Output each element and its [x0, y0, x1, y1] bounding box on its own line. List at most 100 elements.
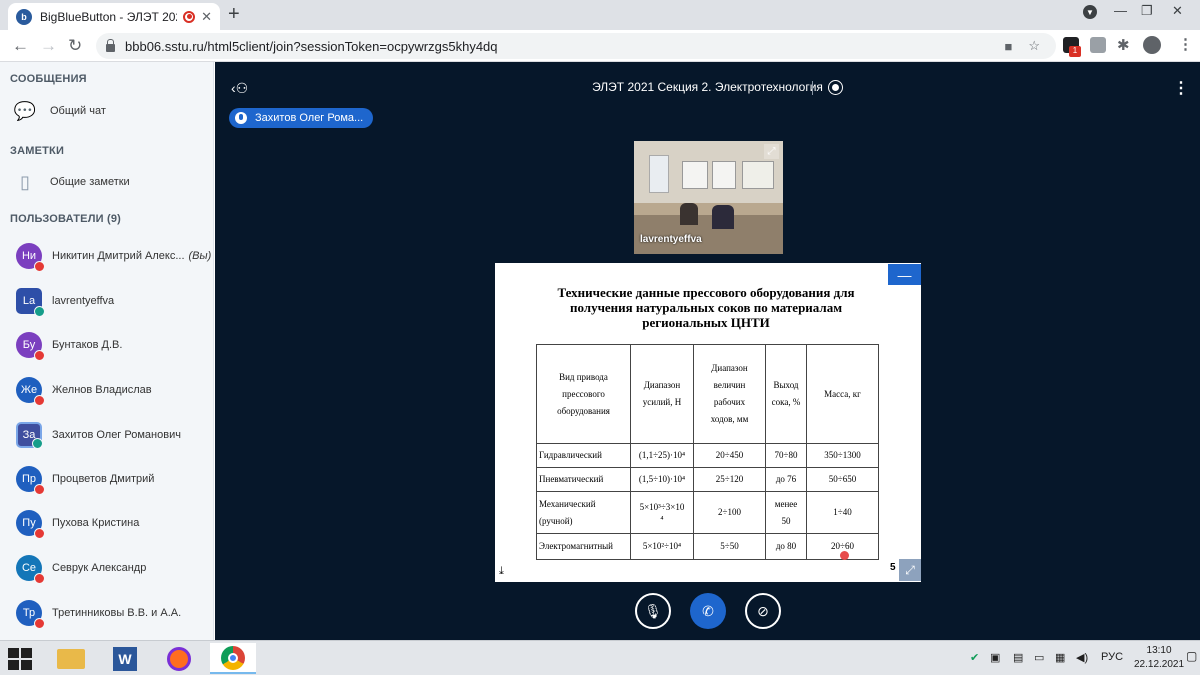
slide-page-number: 5 — [890, 562, 896, 573]
table-cell: Гидравлический — [536, 443, 631, 468]
clock-time: 13:10 — [1146, 645, 1172, 656]
divider — [812, 81, 813, 95]
muted-status-icon — [34, 261, 45, 272]
user-name: Бунтаков Д.В. — [52, 339, 123, 351]
minimize-presentation-button[interactable]: — — [888, 264, 921, 285]
download-icon[interactable]: ⤓ — [499, 565, 504, 578]
tray-app-icon[interactable]: ▣ — [990, 651, 1000, 664]
windows-start-icon[interactable] — [8, 648, 34, 670]
notes-header: ЗАМЕТКИ — [10, 145, 65, 157]
restore-window-icon[interactable]: ❐ — [1141, 3, 1153, 19]
listen-status-icon — [32, 438, 43, 449]
table-cell: до 80 — [765, 533, 807, 560]
muted-status-icon — [34, 618, 45, 629]
talking-indicator[interactable]: Захитов Олег Рома... — [229, 108, 374, 128]
user-name: Никитин Дмитрий Алекс... — [52, 250, 185, 262]
table-cell: 350÷1300 — [806, 443, 879, 468]
profile-avatar-icon[interactable] — [1143, 36, 1161, 54]
bigbluebutton-favicon-icon: b — [16, 8, 32, 25]
close-window-icon[interactable]: ✕ — [1172, 3, 1183, 19]
extension-badge: 1 — [1069, 46, 1081, 57]
user-name: Желнов Владислав — [52, 384, 152, 396]
user-item[interactable]: Се Севрук Александр — [16, 553, 212, 584]
video-person — [680, 203, 698, 225]
volume-icon[interactable]: ◀) — [1076, 651, 1088, 664]
table-header-cell: Масса, кг — [806, 344, 879, 444]
public-chat-item[interactable]: 💬 Общий чат — [14, 100, 106, 122]
avatar: Пр — [16, 466, 45, 495]
table-header-cell: Выход сока, % — [765, 344, 807, 444]
browser-tab[interactable]: b BigBlueButton - ЭЛЭТ 2021 С ✕ — [8, 3, 220, 30]
muted-microphone-icon: 🎙 — [644, 602, 662, 619]
chat-bubbles-icon: 💬 — [13, 100, 37, 121]
new-tab-button[interactable]: + — [228, 3, 240, 26]
close-tab-icon[interactable]: ✕ — [201, 9, 212, 25]
webcam-video[interactable]: lavrentyeffva ⤢ — [634, 141, 783, 254]
listen-status-icon — [34, 306, 45, 317]
tab-title: BigBlueButton - ЭЛЭТ 2021 С — [40, 9, 177, 24]
battery-icon[interactable]: ▭ — [1034, 651, 1044, 664]
user-item[interactable]: Пр Процветов Дмитрий — [16, 464, 212, 495]
network-icon[interactable]: ▦ — [1055, 651, 1065, 664]
language-indicator[interactable]: РУС — [1101, 651, 1123, 663]
user-item[interactable]: La lavrentyeffva — [16, 286, 212, 317]
tray-app-icon[interactable]: ▤ — [1013, 651, 1023, 664]
fullscreen-icon[interactable]: ⤢ — [899, 559, 921, 581]
slide-title: Технические данные прессового оборудован… — [557, 285, 855, 330]
minimize-window-icon[interactable]: — — [1114, 3, 1127, 18]
messages-header: СООБЩЕНИЯ — [10, 73, 87, 85]
tab-search-icon[interactable]: ▼ — [1083, 5, 1097, 19]
user-name: Севрук Александр — [52, 562, 147, 574]
options-menu-icon[interactable]: ⋮ — [1173, 78, 1189, 98]
video-person — [712, 205, 734, 229]
webcam-username: lavrentyeffva — [640, 234, 702, 245]
avatar: La — [16, 288, 45, 317]
muted-status-icon — [34, 528, 45, 539]
presentation-slide[interactable]: Технические данные прессового оборудован… — [495, 263, 921, 582]
fullscreen-expand-icon[interactable]: ⤢ — [764, 144, 779, 159]
firefox-app-icon[interactable] — [156, 643, 202, 674]
user-item[interactable]: Ни Никитин Дмитрий Алекс... (Вы) — [16, 241, 212, 272]
extension-image-icon[interactable] — [1090, 37, 1106, 53]
word-app-icon[interactable]: W — [102, 643, 148, 674]
users-header: ПОЛЬЗОВАТЕЛИ (9) — [10, 213, 122, 225]
reload-icon[interactable]: ↻ — [68, 36, 82, 56]
chrome-app-icon[interactable] — [210, 643, 256, 674]
system-clock[interactable]: 13:10 22.12.2021 — [1134, 644, 1184, 672]
forward-arrow-icon[interactable]: → — [40, 36, 57, 56]
share-webcam-button[interactable]: ⊘ — [745, 593, 781, 629]
user-item[interactable]: Тр Третинниковы В.В. и А.А. — [16, 598, 212, 629]
presenter-cursor — [840, 551, 849, 560]
user-item[interactable]: Бу Бунтаков Д.В. — [16, 330, 212, 361]
browser-menu-icon[interactable]: ⋮ — [1178, 35, 1193, 53]
windows-taskbar: W ✔ ▣ ▤ ▭ ▦ ◀) РУС 13:10 22.12.2021 ▢ — [0, 640, 1200, 675]
talking-user-name: Захитов Олег Рома... — [255, 112, 364, 124]
user-item[interactable]: Пу Пухова Кристина — [16, 508, 212, 539]
shared-notes-item[interactable]: ▯ Общие заметки — [14, 171, 130, 193]
phone-icon: ✆ — [702, 602, 714, 619]
user-name: Пухова Кристина — [52, 517, 140, 529]
recording-indicator-icon[interactable] — [828, 80, 843, 95]
leave-audio-button[interactable]: ✆ — [690, 593, 726, 629]
url-text: bbb06.sstu.ru/html5client/join?sessionTo… — [125, 38, 498, 54]
address-bar[interactable]: bbb06.sstu.ru/html5client/join?sessionTo… — [96, 33, 1056, 59]
back-arrow-icon[interactable]: ← — [12, 36, 29, 56]
security-shield-icon[interactable]: ✔ — [970, 651, 979, 664]
extensions-puzzle-icon[interactable]: ✱ — [1117, 36, 1130, 54]
video-window — [649, 155, 669, 193]
user-item[interactable]: Же Желнов Владислав — [16, 375, 212, 406]
notes-page-icon: ▯ — [20, 171, 30, 192]
table-cell: Механический (ручной) — [536, 491, 631, 534]
notifications-icon[interactable]: ▢ — [1186, 649, 1197, 663]
file-explorer-icon[interactable] — [48, 643, 94, 674]
user-item[interactable]: За Захитов Олег Романович — [16, 420, 212, 450]
unmute-microphone-button[interactable]: 🎙 — [635, 593, 671, 629]
public-chat-label: Общий чат — [50, 105, 106, 117]
you-label: (Вы) — [188, 250, 212, 262]
avatar: Пу — [16, 510, 45, 539]
camera-in-use-icon[interactable]: ■ — [1004, 39, 1012, 54]
bookmark-star-icon[interactable]: ☆ — [1028, 38, 1040, 54]
table-header-cell: Диапазон усилий, Н — [630, 344, 694, 444]
muted-status-icon — [34, 350, 45, 361]
shared-notes-label: Общие заметки — [50, 176, 130, 188]
